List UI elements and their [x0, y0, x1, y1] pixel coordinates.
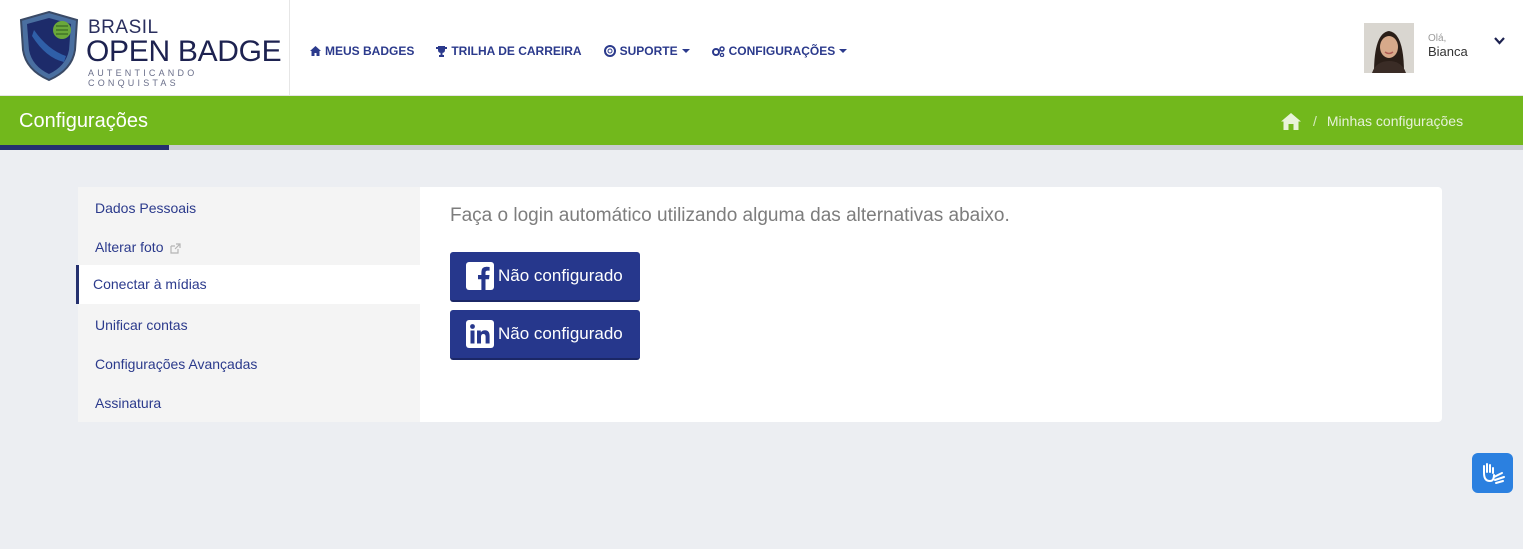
accessibility-widget-button[interactable] [1472, 453, 1513, 493]
chevron-down-icon [681, 49, 690, 53]
breadcrumb-current: Minhas configurações [1326, 113, 1464, 129]
facebook-connect-button[interactable]: Não configurado [450, 252, 640, 302]
user-menu[interactable]: Olá, Bianca [1364, 23, 1514, 73]
linkedin-connect-button[interactable]: Não configurado [450, 310, 640, 360]
page-title: Configurações [19, 110, 148, 132]
sidebar-item-conectar-midias[interactable]: Conectar à mídias [76, 265, 420, 304]
panel-heading: Faça o login automático utilizando algum… [450, 205, 1010, 226]
sidebar-item-label: Dados Pessoais [95, 200, 197, 216]
sidebar-item-alterar-foto[interactable]: Alterar foto [78, 228, 420, 267]
linkedin-icon [466, 320, 494, 348]
shield-logo-icon [19, 10, 79, 82]
cogs-icon [711, 45, 725, 57]
main-nav: MEUS BADGES TRILHA DE CARREIRA SUPORTE C… [310, 42, 869, 60]
nav-suporte[interactable]: SUPORTE [603, 44, 690, 58]
top-header: BRASIL OPEN BADGE AUTENTICANDO CONQUISTA… [0, 0, 1523, 96]
facebook-icon [466, 262, 494, 290]
sidebar-item-dados-pessoais[interactable]: Dados Pessoais [78, 189, 420, 228]
sidebar-item-unificar-contas[interactable]: Unificar contas [78, 306, 420, 345]
page-header-underline [0, 145, 1523, 150]
connect-media-panel: Faça o login automático utilizando algum… [420, 187, 1442, 422]
nav-trilha-de-carreira[interactable]: TRILHA DE CARREIRA [436, 44, 582, 58]
nav-meus-badges-label: MEUS BADGES [325, 44, 415, 58]
sidebar-item-label: Unificar contas [95, 317, 188, 333]
chevron-down-icon[interactable] [1494, 37, 1505, 45]
sidebar-item-label: Conectar à mídias [93, 276, 207, 292]
brand-logo[interactable]: BRASIL OPEN BADGE AUTENTICANDO CONQUISTA… [0, 0, 290, 96]
life-ring-icon [603, 45, 616, 57]
sidebar-item-label: Assinatura [95, 395, 162, 411]
facebook-button-label: Não configurado [498, 266, 623, 285]
nav-suporte-label: SUPORTE [619, 44, 678, 58]
home-icon [310, 46, 321, 56]
nav-configuracoes-label: CONFIGURAÇÕES [728, 44, 836, 58]
sidebar-item-configuracoes-avancadas[interactable]: Configurações Avançadas [78, 345, 420, 384]
external-link-icon [170, 243, 181, 254]
brand-tagline: AUTENTICANDO CONQUISTAS [88, 68, 198, 88]
user-name: Bianca [1428, 44, 1468, 59]
sidebar-item-label: Alterar foto [95, 239, 164, 255]
home-icon[interactable] [1281, 112, 1301, 130]
linkedin-button-label: Não configurado [498, 324, 623, 343]
sidebar-item-label: Configurações Avançadas [95, 356, 258, 372]
sign-language-hands-icon [1482, 463, 1505, 484]
nav-trilha-label: TRILHA DE CARREIRA [451, 44, 582, 58]
avatar [1364, 23, 1414, 73]
nav-configuracoes[interactable]: CONFIGURAÇÕES [711, 44, 848, 58]
trophy-icon [436, 45, 448, 57]
page-header-active-indicator [0, 145, 169, 150]
breadcrumb-separator: / [1313, 113, 1317, 129]
chevron-down-icon [839, 49, 848, 53]
page-header-bar: Configurações / Minhas configurações [0, 96, 1523, 150]
sidebar-item-assinatura[interactable]: Assinatura [78, 384, 420, 423]
user-greeting: Olá, [1428, 33, 1447, 44]
nav-meus-badges[interactable]: MEUS BADGES [310, 44, 414, 58]
breadcrumb: / Minhas configurações [1281, 111, 1463, 131]
settings-sidebar: Dados Pessoais Alterar foto Conectar à m… [76, 187, 420, 423]
brand-line2: OPEN BADGE [86, 35, 282, 68]
